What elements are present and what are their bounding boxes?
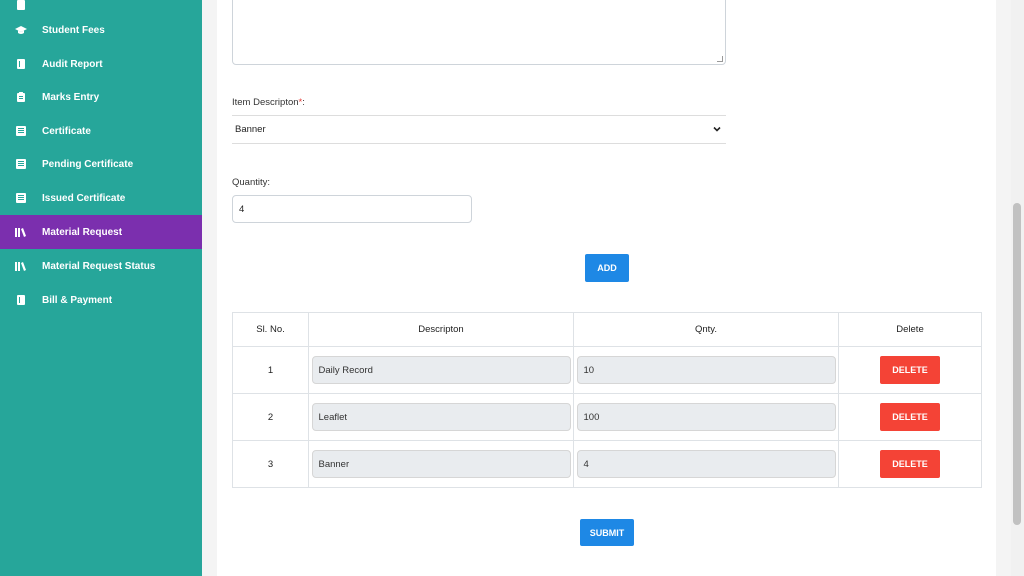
quantity-field[interactable]: 10 [576, 356, 836, 384]
chevron-down-icon [713, 126, 721, 132]
description-field[interactable]: Leaflet [311, 403, 571, 431]
item-description-label: Item Descripton*: [232, 97, 305, 108]
sidebar-item-label: Student Fees [42, 24, 105, 36]
resize-grip-icon[interactable] [717, 56, 723, 62]
book-icon [14, 57, 28, 71]
row-number: 1 [232, 346, 309, 394]
row-number: 2 [232, 393, 309, 441]
table-header: Sl. No. [232, 312, 309, 347]
main-panel [217, 0, 996, 576]
clipboard-icon [14, 90, 28, 104]
sidebar-item-label: Material Request Status [42, 260, 156, 272]
sidebar-item-material-request[interactable]: Material Request [0, 215, 202, 249]
sidebar-item-label: Pending Certificate [42, 158, 134, 170]
sidebar-item-student-fees[interactable]: Student Fees [0, 13, 202, 47]
quantity-label: Quantity: [232, 177, 271, 188]
item-description-select[interactable]: Banner [232, 115, 726, 144]
submit-button[interactable]: SUBMIT [580, 519, 634, 546]
description-field[interactable]: Daily Record [311, 356, 571, 384]
sidebar: Student Fees Audit Report Marks Entry Ce… [0, 0, 202, 576]
sidebar-item-label: Issued Certificate [42, 192, 126, 204]
table-header: Descripton [308, 312, 574, 347]
quantity-input[interactable]: 4 [232, 195, 472, 223]
items-table: Sl. No. Descripton Qnty. Delete 1 Daily … [232, 312, 982, 488]
sidebar-item-marks-entry[interactable]: Marks Entry [0, 80, 202, 114]
sidebar-item-label: Certificate [42, 125, 91, 137]
table-header: Qnty. [573, 312, 839, 347]
quantity-field[interactable]: 4 [576, 450, 836, 478]
sidebar-item-label: Marks Entry [42, 91, 100, 103]
sidebar-item-label: Audit Report [42, 58, 103, 70]
book-icon [14, 0, 28, 12]
sidebar-item-label: Bill & Payment [42, 294, 113, 306]
row-number: 3 [232, 440, 309, 488]
table-row: 1 Daily Record 10 DELETE [232, 346, 982, 394]
book-icon [14, 293, 28, 307]
table-row: 2 Leaflet 100 DELETE [232, 393, 982, 441]
add-button[interactable]: ADD [585, 254, 629, 282]
remarks-textarea[interactable] [232, 0, 726, 65]
delete-button[interactable]: DELETE [880, 450, 940, 478]
delete-button[interactable]: DELETE [880, 403, 940, 431]
sidebar-item-pending-certificate[interactable]: Pending Certificate [0, 147, 202, 181]
delete-button[interactable]: DELETE [880, 356, 940, 384]
library-icon [14, 225, 28, 239]
library-icon [14, 259, 28, 273]
item-description-value: Banner [235, 124, 266, 135]
description-field[interactable]: Banner [311, 450, 571, 478]
sidebar-item-certificate[interactable]: Certificate [0, 114, 202, 148]
graduation-cap-icon [14, 23, 28, 37]
sidebar-item-issued-certificate[interactable]: Issued Certificate [0, 181, 202, 215]
sidebar-item-audit-report[interactable]: Audit Report [0, 47, 202, 81]
sidebar-item-material-request-status[interactable]: Material Request Status [0, 249, 202, 283]
page-scrollbar[interactable] [1011, 0, 1024, 576]
table-row: 3 Banner 4 DELETE [232, 440, 982, 488]
scrollbar-thumb[interactable] [1013, 203, 1021, 525]
quantity-field[interactable]: 100 [576, 403, 836, 431]
certificate-icon [14, 157, 28, 171]
certificate-icon [14, 124, 28, 138]
certificate-icon [14, 191, 28, 205]
sidebar-item-bill-payment[interactable]: Bill & Payment [0, 283, 202, 317]
sidebar-item-label: Material Request [42, 226, 123, 238]
table-header: Delete [838, 312, 982, 347]
